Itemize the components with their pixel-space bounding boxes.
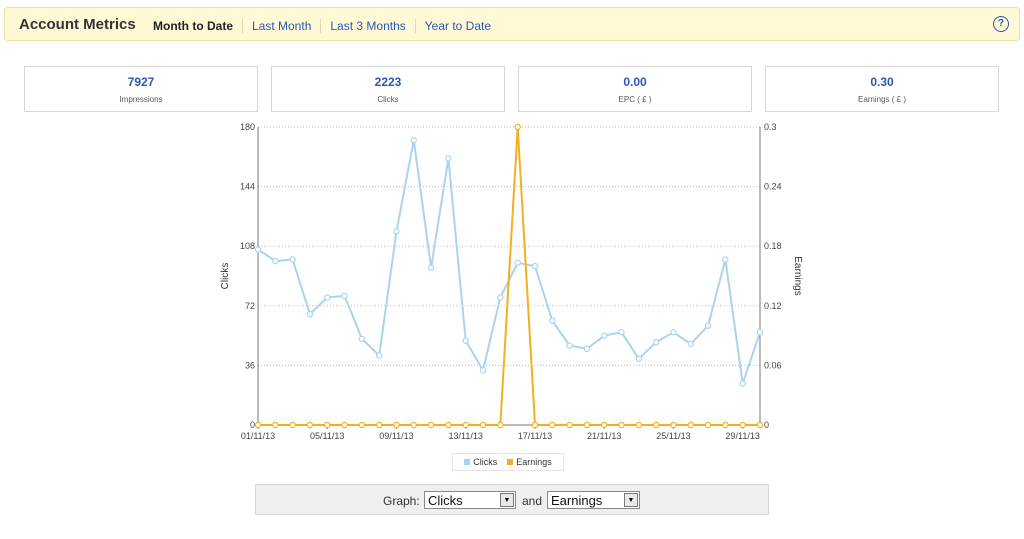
data-point-earnings bbox=[566, 421, 573, 429]
legend-item-earnings[interactable]: Earnings bbox=[507, 457, 552, 467]
data-point-clicks bbox=[272, 257, 279, 265]
y-tick-right: 0.24 bbox=[764, 182, 782, 192]
data-point-earnings bbox=[341, 421, 348, 429]
data-point-clicks bbox=[566, 342, 573, 349]
clicks-swatch-icon bbox=[464, 459, 471, 465]
data-point-clicks bbox=[687, 340, 694, 348]
data-point-earnings bbox=[704, 421, 712, 429]
data-point-earnings bbox=[289, 421, 296, 429]
y-tick-left: 72 bbox=[245, 301, 255, 311]
data-point-earnings bbox=[514, 123, 521, 131]
data-point-clicks bbox=[635, 355, 643, 362]
data-point-clicks bbox=[549, 317, 556, 324]
series-line-earnings bbox=[258, 126, 760, 426]
y-axis-label-right: Earnings bbox=[792, 256, 803, 295]
chevron-down-icon[interactable]: ▼ bbox=[624, 493, 638, 507]
data-point-clicks bbox=[445, 155, 452, 162]
data-point-earnings bbox=[722, 421, 729, 429]
x-tick-label: 25/11/13 bbox=[656, 431, 690, 441]
data-point-earnings bbox=[670, 421, 677, 429]
data-point-clicks bbox=[462, 337, 469, 344]
chart-legend: Clicks Earnings bbox=[452, 453, 564, 471]
data-point-earnings bbox=[531, 421, 539, 429]
data-point-earnings bbox=[739, 421, 746, 429]
legend-label-clicks: Clicks bbox=[473, 457, 498, 467]
data-point-earnings bbox=[497, 421, 504, 429]
data-point-clicks bbox=[704, 322, 712, 329]
data-point-clicks bbox=[652, 339, 660, 346]
graph-controls: Graph: Clicks ▼ and Earnings ▼ bbox=[255, 484, 769, 515]
data-point-clicks bbox=[306, 310, 314, 318]
y-tick-right: 0.12 bbox=[764, 301, 782, 311]
data-point-clicks bbox=[756, 329, 764, 336]
legend-item-clicks[interactable]: Clicks bbox=[464, 457, 497, 467]
data-point-clicks bbox=[254, 246, 262, 253]
x-tick-label: 05/11/13 bbox=[310, 431, 344, 441]
x-tick-label: 01/11/13 bbox=[241, 431, 275, 441]
x-tick-label: 29/11/13 bbox=[726, 431, 760, 441]
data-point-clicks bbox=[531, 262, 539, 270]
data-point-earnings bbox=[254, 421, 262, 429]
data-point-earnings bbox=[479, 421, 487, 429]
y-tick-left: 36 bbox=[245, 360, 255, 370]
data-point-clicks bbox=[479, 367, 487, 374]
y-tick-left: 0 bbox=[250, 420, 255, 430]
data-point-clicks bbox=[739, 380, 746, 387]
data-point-earnings bbox=[272, 421, 279, 429]
y-tick-left: 144 bbox=[240, 182, 255, 192]
data-point-earnings bbox=[601, 421, 608, 429]
y-tick-right: 0.18 bbox=[764, 241, 782, 251]
first-metric-select[interactable]: Clicks ▼ bbox=[424, 491, 516, 509]
data-point-clicks bbox=[410, 137, 417, 144]
and-label: and bbox=[522, 494, 543, 508]
data-point-clicks bbox=[601, 332, 608, 339]
data-point-clicks bbox=[341, 292, 348, 300]
legend-label-earnings: Earnings bbox=[516, 457, 552, 467]
data-point-clicks bbox=[393, 228, 400, 235]
data-point-clicks bbox=[497, 294, 504, 301]
earnings-swatch-icon bbox=[507, 459, 514, 465]
data-point-earnings bbox=[427, 421, 435, 429]
y-tick-right: 0 bbox=[764, 420, 769, 430]
graph-label: Graph: bbox=[383, 494, 420, 508]
data-point-clicks bbox=[289, 256, 296, 263]
data-point-earnings bbox=[583, 421, 591, 429]
y-tick-right: 0.3 bbox=[764, 122, 777, 132]
data-point-clicks bbox=[670, 329, 677, 336]
y-tick-left: 180 bbox=[240, 122, 255, 132]
data-point-clicks bbox=[358, 335, 366, 343]
x-tick-label: 17/11/13 bbox=[518, 431, 552, 441]
data-point-earnings bbox=[410, 421, 417, 429]
data-point-earnings bbox=[652, 421, 660, 429]
data-point-clicks bbox=[427, 264, 435, 271]
data-point-clicks bbox=[375, 352, 383, 359]
data-point-earnings bbox=[375, 421, 383, 429]
data-point-earnings bbox=[549, 421, 556, 429]
data-point-earnings bbox=[756, 421, 764, 429]
data-point-earnings bbox=[687, 421, 694, 429]
y-axis-label-left: Clicks bbox=[220, 263, 231, 290]
data-point-earnings bbox=[393, 421, 400, 429]
data-point-earnings bbox=[635, 421, 643, 429]
second-metric-value: Earnings bbox=[551, 493, 603, 508]
data-point-earnings bbox=[445, 421, 452, 429]
data-point-clicks bbox=[618, 329, 625, 336]
second-metric-select[interactable]: Earnings ▼ bbox=[547, 491, 640, 509]
data-point-earnings bbox=[358, 421, 366, 429]
data-point-earnings bbox=[324, 421, 331, 429]
data-point-clicks bbox=[722, 256, 729, 263]
first-metric-value: Clicks bbox=[428, 493, 463, 508]
y-tick-right: 0.06 bbox=[764, 360, 782, 370]
x-tick-label: 13/11/13 bbox=[449, 431, 483, 441]
y-tick-left: 108 bbox=[240, 241, 255, 251]
data-point-earnings bbox=[618, 421, 625, 429]
data-point-clicks bbox=[324, 294, 331, 301]
data-point-clicks bbox=[514, 259, 521, 266]
x-tick-label: 09/11/13 bbox=[379, 431, 413, 441]
data-point-earnings bbox=[462, 421, 469, 429]
x-tick-label: 21/11/13 bbox=[587, 431, 621, 441]
data-point-earnings bbox=[306, 421, 314, 429]
chevron-down-icon[interactable]: ▼ bbox=[500, 493, 514, 507]
data-point-clicks bbox=[583, 345, 591, 353]
